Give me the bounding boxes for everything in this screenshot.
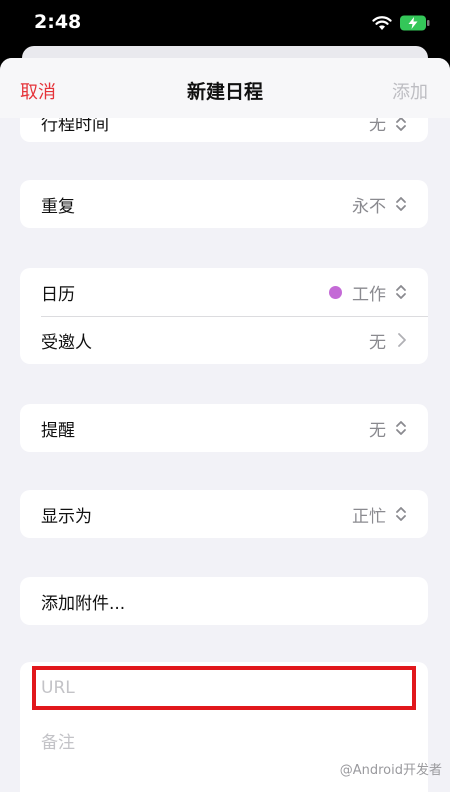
invitees-row[interactable]: 受邀人 无 [20, 316, 428, 364]
chevron-updown-icon [396, 421, 406, 435]
calendar-row[interactable]: 日历 工作 [20, 268, 428, 316]
chevron-updown-icon [396, 197, 406, 211]
page-title: 新建日程 [186, 81, 263, 103]
nav-bar: 取消 新建日程 添加 [0, 58, 450, 118]
repeat-value: 永不 [352, 196, 386, 217]
status-time: 2:48 [34, 11, 82, 33]
battery-charging-icon [400, 15, 430, 31]
add-attachment-label: 添加附件... [41, 593, 126, 614]
status-icons [372, 12, 430, 34]
attachment-card: 添加附件... [20, 577, 428, 625]
add-attachment-button[interactable]: 添加附件... [20, 577, 428, 625]
show-as-value: 正忙 [352, 506, 386, 527]
show-as-row[interactable]: 显示为 正忙 [20, 490, 428, 538]
invitees-label: 受邀人 [41, 332, 92, 353]
chevron-updown-icon [396, 285, 406, 299]
url-highlight-box [32, 666, 416, 710]
add-button[interactable]: 添加 [392, 78, 428, 104]
show-as-card: 显示为 正忙 [20, 490, 428, 538]
notes-placeholder: 备注 [41, 732, 75, 753]
calendar-color-dot [329, 285, 342, 299]
repeat-card: 重复 永不 [20, 180, 428, 228]
repeat-row[interactable]: 重复 永不 [20, 180, 428, 228]
calendar-card: 日历 工作 受邀人 无 [20, 268, 428, 364]
alert-card: 提醒 无 [20, 404, 428, 452]
invitees-value: 无 [369, 332, 386, 353]
wifi-icon [372, 15, 392, 30]
new-event-sheet: 取消 新建日程 添加 行程时间 无 重复 永不 日历 工作 受邀人 无 提醒 无… [0, 58, 450, 792]
alert-row[interactable]: 提醒 无 [20, 404, 428, 452]
alert-label: 提醒 [41, 420, 75, 441]
show-as-label: 显示为 [41, 506, 92, 527]
calendar-value: 工作 [329, 280, 386, 305]
alert-value: 无 [369, 420, 386, 441]
watermark: @Android开发者 [339, 763, 442, 778]
chevron-updown-icon [396, 507, 406, 521]
chevron-right-icon [398, 333, 406, 347]
calendar-label: 日历 [41, 284, 75, 305]
repeat-label: 重复 [41, 196, 75, 217]
status-bar: 2:48 [0, 0, 450, 46]
